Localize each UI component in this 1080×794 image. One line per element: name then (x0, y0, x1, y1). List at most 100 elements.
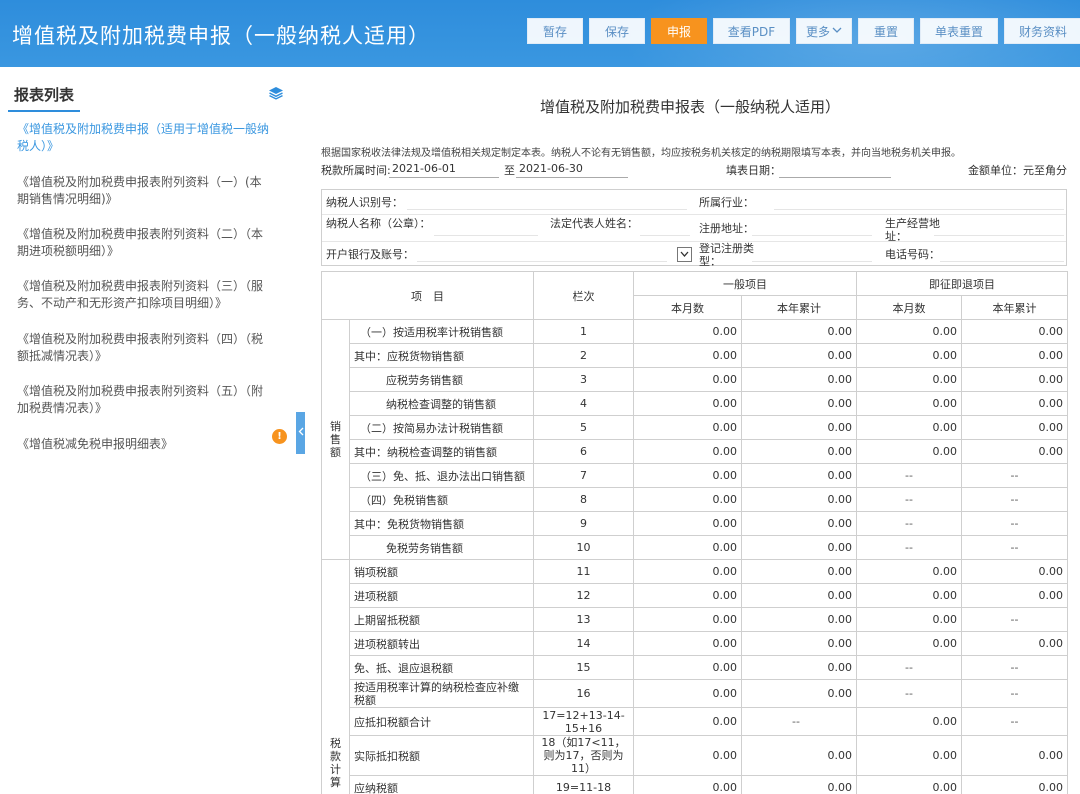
cell-input[interactable]: 0.00 (961, 391, 1068, 416)
cell-input[interactable]: 0.00 (856, 775, 962, 794)
more-button[interactable]: 更多 (796, 18, 852, 44)
cell-input[interactable]: 0.00 (741, 511, 857, 536)
cell-input[interactable]: 0.00 (633, 707, 742, 736)
report-item-attach-3[interactable]: 《增值税及附加税费申报表附列资料（三）（服务、不动产和无形资产扣除项目明细）》 (17, 278, 269, 312)
cell-input[interactable]: 0.00 (741, 607, 857, 632)
cell-input[interactable]: 0.00 (633, 415, 742, 440)
row-col: 12 (533, 583, 634, 608)
cell-input[interactable]: 0.00 (633, 535, 742, 560)
cell-input[interactable]: 0.00 (633, 319, 742, 344)
cell-disabled: -- (961, 487, 1068, 512)
reset-button[interactable]: 重置 (858, 18, 914, 44)
financial-data-button[interactable]: 财务资料 (1004, 18, 1080, 44)
cell-input[interactable]: 0.00 (633, 511, 742, 536)
cell-input[interactable]: 0.00 (633, 439, 742, 464)
cell-input[interactable]: 0.00 (856, 439, 962, 464)
cell-input[interactable]: 0.00 (633, 463, 742, 488)
cell-input[interactable]: 0.00 (741, 775, 857, 794)
cell-input[interactable]: 0.00 (961, 343, 1068, 368)
submit-button[interactable]: 申报 (651, 18, 707, 44)
cell-input[interactable]: 0.00 (961, 559, 1068, 584)
layers-icon[interactable] (268, 85, 284, 100)
period-start-field[interactable]: 2021-06-01 (389, 159, 499, 178)
cell-input[interactable]: 0.00 (856, 391, 962, 416)
cell-input[interactable]: 0.00 (856, 607, 962, 632)
cell-input[interactable]: 0.00 (741, 631, 857, 656)
cell-input[interactable]: 0.00 (741, 679, 857, 708)
bank-account-field[interactable] (417, 244, 667, 262)
cell-input[interactable]: 0.00 (633, 655, 742, 680)
cell-input[interactable]: 0.00 (856, 415, 962, 440)
cell-input[interactable]: 0.00 (856, 735, 962, 776)
cell-input[interactable]: 0.00 (856, 559, 962, 584)
cell-input[interactable]: 0.00 (633, 607, 742, 632)
cell-input[interactable]: 0.00 (741, 655, 857, 680)
phone-field[interactable] (940, 244, 1064, 262)
cell-input[interactable]: 0.00 (633, 391, 742, 416)
chevron-down-icon (680, 251, 689, 257)
cell-input[interactable]: 0.00 (741, 535, 857, 560)
row-col: 8 (533, 487, 634, 512)
report-item-exemption[interactable]: 《增值税减免税申报明细表》 (17, 436, 269, 453)
cell-input[interactable]: 0.00 (741, 319, 857, 344)
cell-input[interactable]: 0.00 (633, 367, 742, 392)
cell-input[interactable]: 0.00 (633, 487, 742, 512)
cell-input[interactable]: 0.00 (633, 775, 742, 794)
row-col: 18（如17<11，则为17，否则为11） (533, 735, 634, 776)
reg-address-field[interactable] (752, 218, 872, 236)
cell-input[interactable]: 0.00 (961, 367, 1068, 392)
sidebar-collapse-button[interactable] (296, 412, 305, 454)
cell-input[interactable]: 0.00 (741, 415, 857, 440)
single-reset-button[interactable]: 单表重置 (920, 18, 998, 44)
cell-input[interactable]: 0.00 (633, 559, 742, 584)
report-item-attach-1[interactable]: 《增值税及附加税费申报表附列资料（一）(本期销售情况明细)》 (17, 174, 269, 208)
reg-type-field[interactable] (752, 244, 872, 262)
cell-input[interactable]: 0.00 (856, 319, 962, 344)
cell-input[interactable]: 0.00 (633, 583, 742, 608)
view-pdf-button[interactable]: 查看PDF (713, 18, 790, 44)
cell-input[interactable]: 0.00 (961, 319, 1068, 344)
industry-field[interactable] (774, 194, 1064, 210)
cell-input[interactable]: 0.00 (741, 343, 857, 368)
taxpayer-id-field[interactable] (407, 194, 687, 210)
cell-input[interactable]: 0.00 (741, 439, 857, 464)
reg-type-select[interactable] (677, 247, 692, 262)
cell-input[interactable]: 0.00 (961, 631, 1068, 656)
cell-input[interactable]: 0.00 (961, 583, 1068, 608)
cell-input[interactable]: 0.00 (741, 391, 857, 416)
cell-input[interactable]: 0.00 (856, 583, 962, 608)
cell-input[interactable]: 0.00 (633, 735, 742, 776)
cell-input[interactable]: 0.00 (856, 631, 962, 656)
cell-input[interactable]: 0.00 (961, 735, 1068, 776)
taxpayer-info: 纳税人识别号： 所属行业： 纳税人名称（公章）： 法定代表人姓名： 注册地址： … (321, 189, 1067, 268)
biz-address-field[interactable] (934, 218, 1064, 236)
cell-input[interactable]: 0.00 (633, 679, 742, 708)
cell-input[interactable]: 0.00 (961, 775, 1068, 794)
cell-input[interactable]: 0.00 (961, 439, 1068, 464)
cell-input[interactable]: 0.00 (741, 559, 857, 584)
cell-input[interactable]: 0.00 (741, 367, 857, 392)
table-row: 其中：纳税检查调整的销售额 6 0.00 0.00 0.00 0.00 (322, 439, 1068, 464)
cell-input[interactable]: 0.00 (961, 415, 1068, 440)
cell-input[interactable]: 0.00 (741, 463, 857, 488)
report-item-attach-2[interactable]: 《增值税及附加税费申报表附列资料（二）（本期进项税额明细）》 (17, 226, 269, 260)
report-item-attach-5[interactable]: 《增值税及附加税费申报表附列资料（五）（附加税费情况表）》 (17, 383, 269, 417)
legal-rep-field[interactable] (640, 218, 690, 236)
temp-save-button[interactable]: 暂存 (527, 18, 583, 44)
report-item-attach-4[interactable]: 《增值税及附加税费申报表附列资料（四）（税额抵减情况表）》 (17, 331, 269, 365)
cell-input[interactable]: 0.00 (856, 343, 962, 368)
cell-input[interactable]: 0.00 (741, 735, 857, 776)
fill-date-field[interactable] (779, 159, 891, 178)
period-end-field[interactable]: 2021-06-30 (516, 159, 628, 178)
taxpayer-name-field[interactable] (434, 218, 538, 236)
bank-account-label: 开户银行及账号： (326, 248, 414, 261)
cell-input[interactable]: 0.00 (633, 631, 742, 656)
cell-input[interactable]: 0.00 (856, 707, 962, 736)
cell-input[interactable]: 0.00 (741, 487, 857, 512)
cell-input[interactable]: 0.00 (633, 343, 742, 368)
report-item-main[interactable]: 《增值税及附加税费申报（适用于增值税一般纳税人）》 (17, 121, 269, 155)
cell-input[interactable]: 0.00 (856, 367, 962, 392)
save-button[interactable]: 保存 (589, 18, 645, 44)
cell-input[interactable]: 0.00 (741, 583, 857, 608)
table-row: 纳税检查调整的销售额 4 0.00 0.00 0.00 0.00 (322, 391, 1068, 416)
